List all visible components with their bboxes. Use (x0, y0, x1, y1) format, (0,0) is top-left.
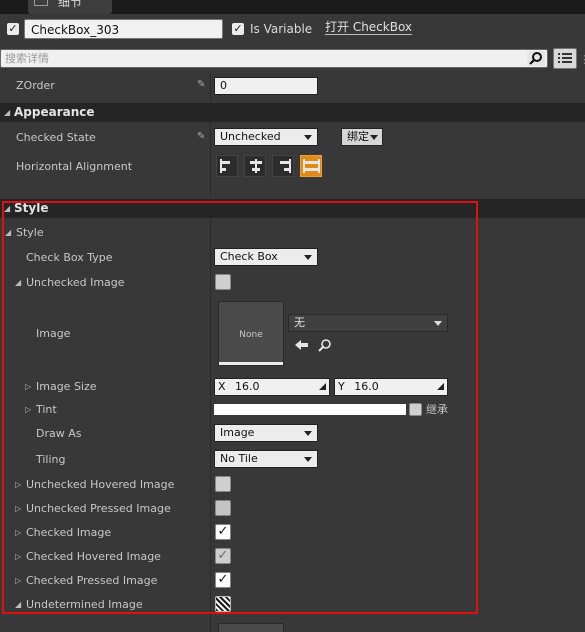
column-divider (210, 74, 211, 102)
widget-name-input[interactable]: CheckBox_303 (24, 19, 223, 39)
align-left-button[interactable] (216, 155, 238, 177)
chevron-down-icon (304, 135, 312, 140)
search-placeholder: 搜索详情 (5, 52, 49, 65)
align-center-button[interactable] (244, 155, 266, 177)
search-icon[interactable] (527, 51, 545, 66)
checked-state-label: Checked State (16, 131, 96, 144)
is-variable-label: Is Variable (250, 22, 313, 36)
align-fill-button[interactable] (300, 155, 322, 177)
appearance-title: Appearance (14, 105, 95, 119)
zorder-label: ZOrder (16, 79, 55, 92)
appearance-section-header[interactable]: ◢ Appearance (0, 103, 585, 122)
panel-icon (34, 0, 48, 6)
enabled-checkbox[interactable]: ✓ (7, 23, 19, 35)
bind-button[interactable]: 绑定 (341, 128, 383, 146)
view-options-button[interactable] (553, 48, 577, 69)
horizontal-alignment-label: Horizontal Alignment (16, 160, 133, 173)
checked-state-dropdown[interactable]: Unchecked (214, 128, 318, 146)
search-input[interactable]: 搜索详情 (0, 49, 548, 68)
bind-label: 绑定 (347, 130, 369, 143)
checked-state-value: Unchecked (220, 130, 281, 143)
is-variable-checkbox[interactable]: ✓ (232, 23, 244, 35)
column-divider (210, 122, 211, 196)
collapse-icon: ◢ (4, 108, 11, 117)
align-right-button[interactable] (272, 155, 294, 177)
chevron-down-icon (370, 135, 378, 140)
image-thumbnail-partial (218, 623, 284, 632)
pin-icon: ✎ (197, 79, 206, 90)
tab-title: 细节 (58, 0, 83, 9)
tab-details[interactable]: 细节 (28, 0, 112, 14)
zorder-input[interactable]: 0 (214, 77, 318, 95)
highlight-frame (2, 201, 478, 614)
open-checkbox-link[interactable]: 打开 CheckBox (325, 20, 413, 35)
pin-icon: ✎ (197, 131, 206, 142)
overflow-icon: ⋮ (579, 53, 585, 66)
